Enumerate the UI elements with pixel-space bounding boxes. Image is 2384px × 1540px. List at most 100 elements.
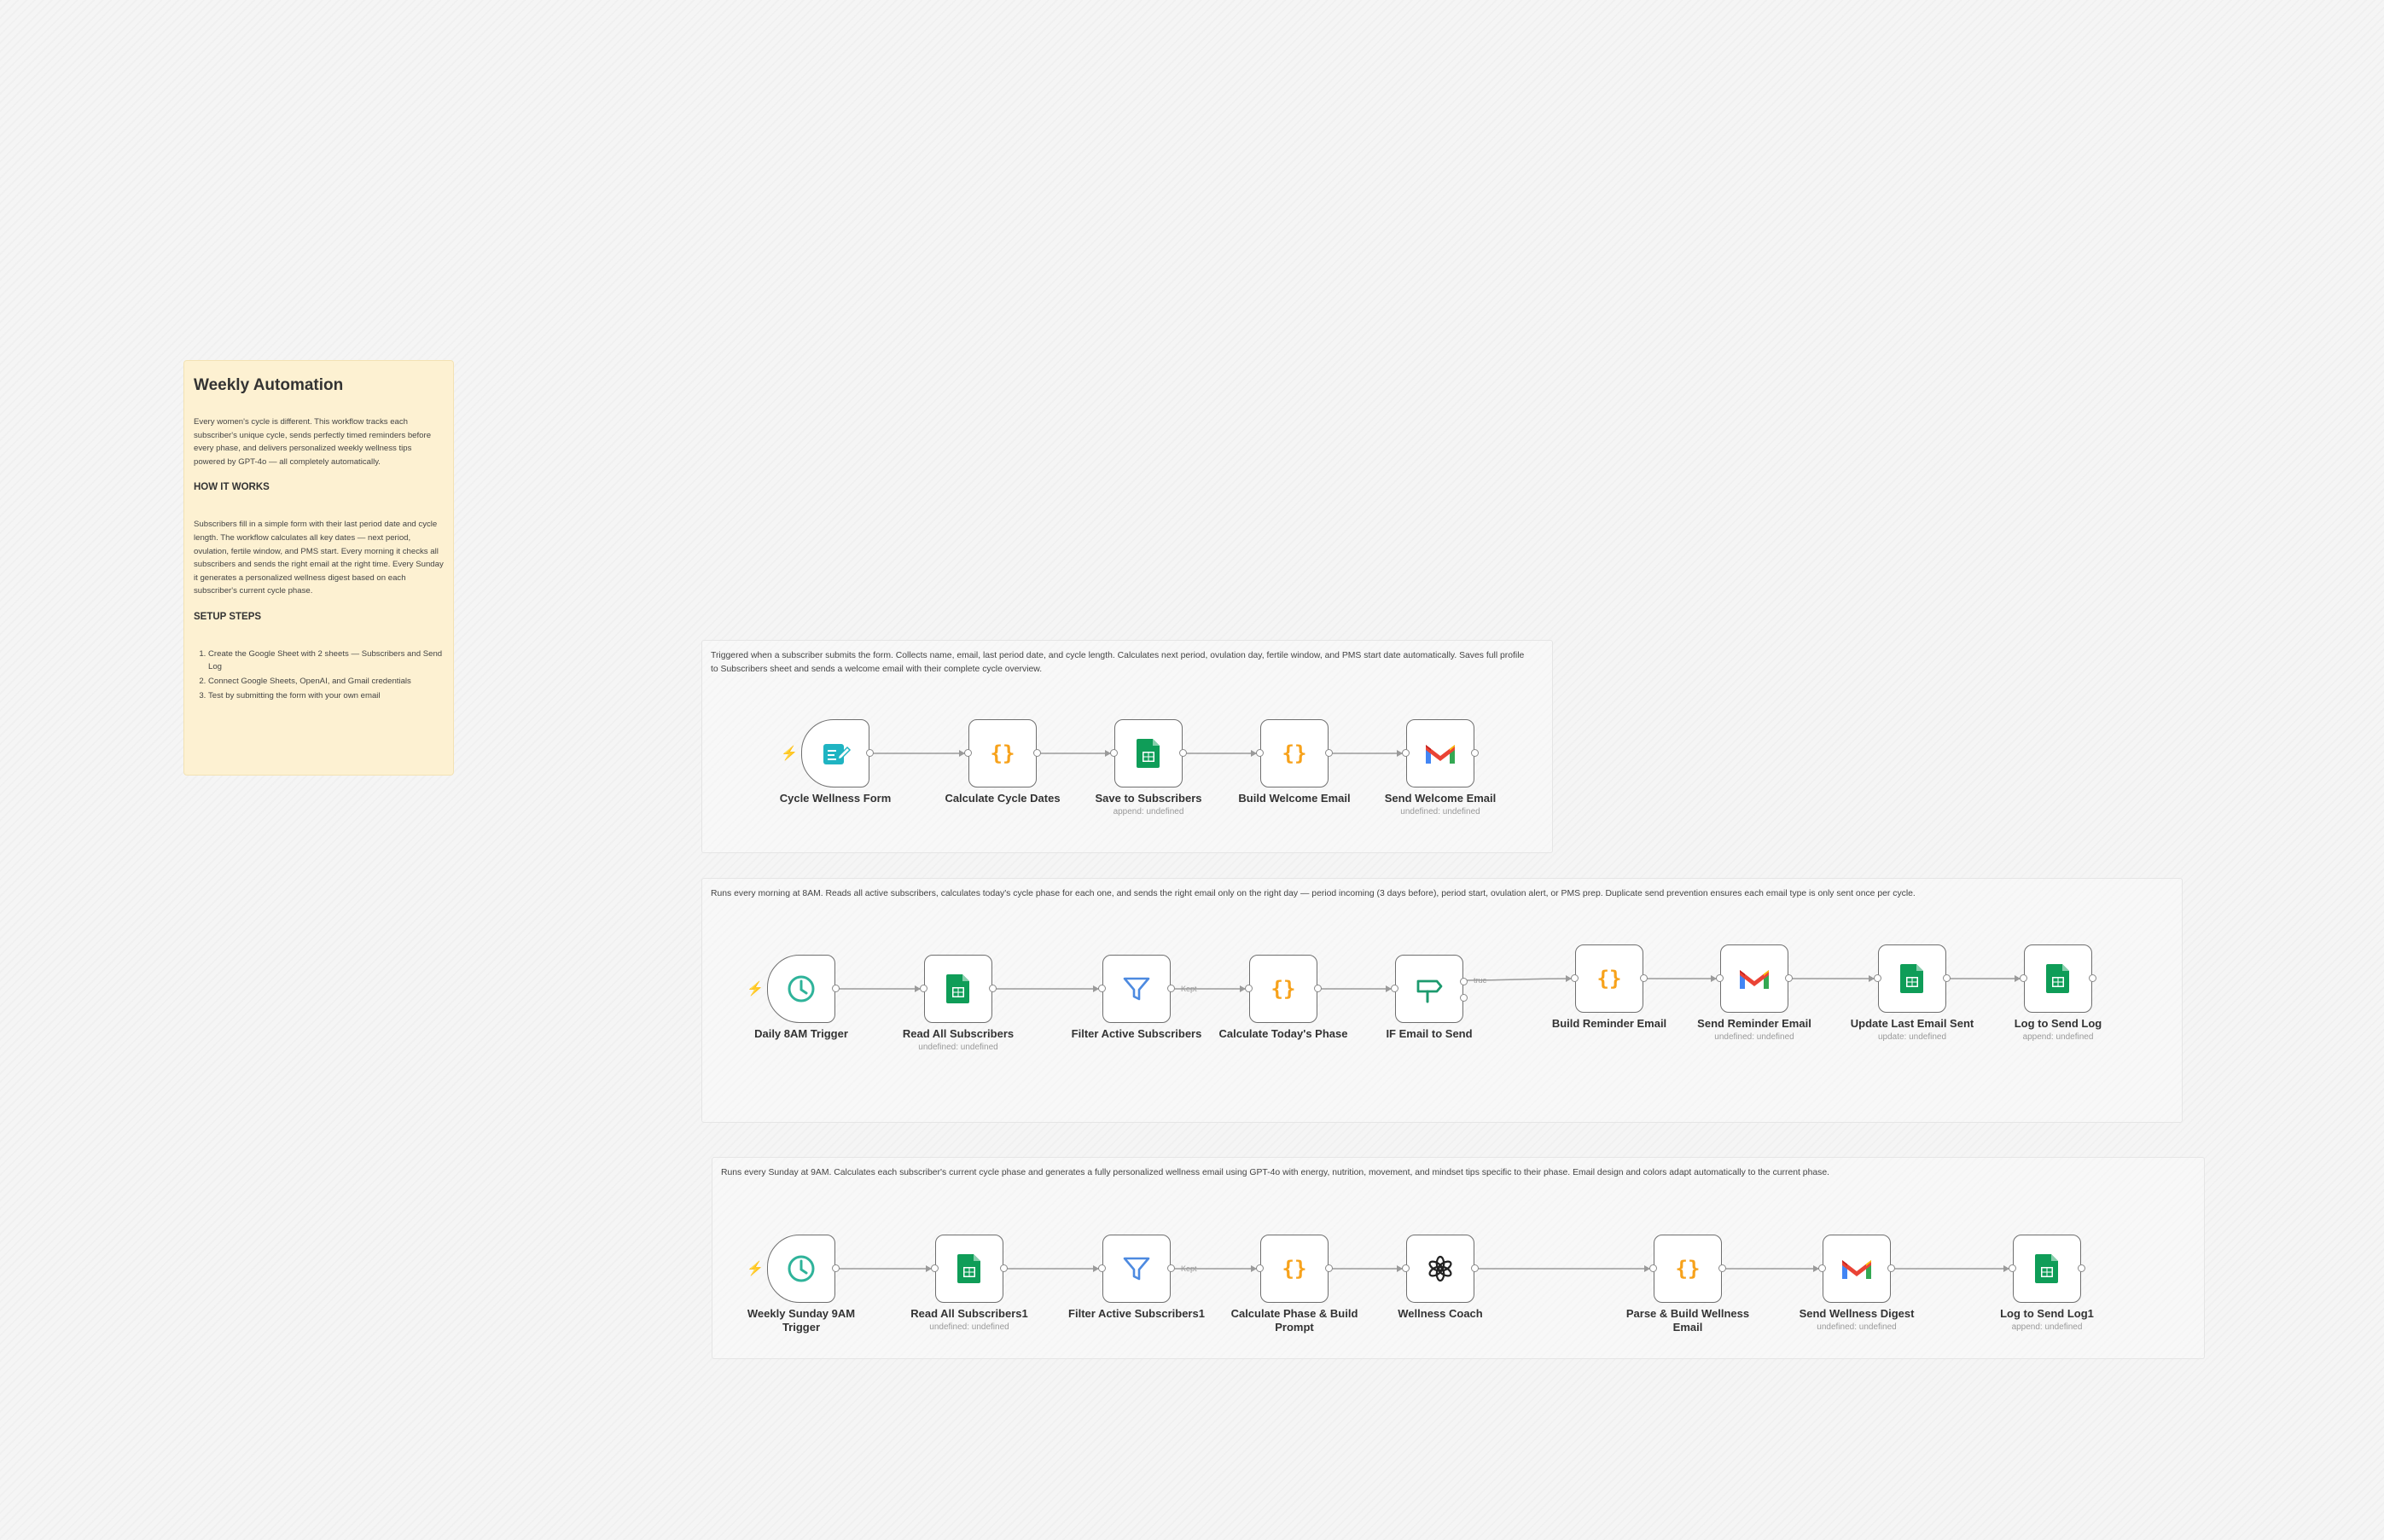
node-logSend1[interactable] — [2009, 1235, 2085, 1303]
input-port[interactable] — [920, 985, 927, 992]
output-port[interactable] — [1718, 1264, 1726, 1272]
node-saveSubs[interactable] — [1110, 719, 1187, 787]
sheets-icon — [1132, 737, 1165, 770]
output-port[interactable] — [1167, 985, 1175, 992]
output-port[interactable] — [1460, 978, 1468, 985]
node-form[interactable]: ⚡ — [781, 719, 874, 787]
node-subtitle: update: undefined — [1877, 1032, 1947, 1042]
node-parseBuild[interactable]: {} — [1649, 1235, 1726, 1303]
connection-label: Kept — [1181, 1264, 1197, 1273]
gmail-icon — [1424, 737, 1457, 770]
input-port[interactable] — [1818, 1264, 1826, 1272]
node-label: Calculate Cycle Dates — [945, 792, 1061, 805]
output-port[interactable] — [989, 985, 997, 992]
node-logSend[interactable] — [2020, 944, 2096, 1013]
output-port[interactable] — [1943, 974, 1951, 982]
node-ifSend[interactable] — [1391, 955, 1468, 1023]
output-port[interactable] — [1640, 974, 1648, 982]
output-port[interactable] — [1000, 1264, 1008, 1272]
code-icon: {} — [1267, 973, 1300, 1005]
if-icon — [1413, 973, 1445, 1005]
node-sendDigest[interactable] — [1818, 1235, 1895, 1303]
node-subtitle: undefined: undefined — [918, 1043, 998, 1052]
input-port[interactable] — [2009, 1264, 2016, 1272]
sheets-icon — [2031, 1252, 2063, 1285]
input-port[interactable] — [1649, 1264, 1657, 1272]
input-port[interactable] — [1110, 749, 1118, 757]
node-label: Weekly Sunday 9AM Trigger — [747, 1307, 856, 1334]
node-sendReminder[interactable] — [1716, 944, 1793, 1013]
filter-icon — [1120, 1252, 1153, 1285]
svg-text:{}: {} — [1597, 967, 1622, 991]
node-label: Calculate Today's Phase — [1218, 1027, 1348, 1040]
node-subtitle: undefined: undefined — [1817, 1322, 1897, 1332]
node-subtitle: undefined: undefined — [1400, 807, 1480, 816]
node-label: Log to Send Log1 — [2000, 1307, 2094, 1320]
filter-icon — [1120, 973, 1153, 1005]
input-port[interactable] — [1571, 974, 1579, 982]
node-calcDates[interactable]: {} — [964, 719, 1041, 787]
node-label: Update Last Email Sent — [1850, 1017, 1974, 1030]
node-label: Send Welcome Email — [1384, 792, 1497, 805]
input-port[interactable] — [931, 1264, 939, 1272]
node-label: Read All Subscribers1 — [910, 1307, 1028, 1320]
node-label: Calculate Phase & Build Prompt — [1230, 1307, 1358, 1334]
input-port[interactable] — [964, 749, 972, 757]
node-readAll1[interactable] — [931, 1235, 1008, 1303]
node-calcPhase[interactable]: {} — [1245, 955, 1322, 1023]
output-port[interactable] — [1471, 749, 1479, 757]
node-filterActive[interactable] — [1098, 955, 1175, 1023]
input-port[interactable] — [1874, 974, 1881, 982]
output-port[interactable] — [1325, 1264, 1333, 1272]
sheets-icon — [1896, 962, 1928, 995]
svg-text:{}: {} — [991, 741, 1015, 765]
input-port[interactable] — [1098, 1264, 1106, 1272]
node-buildWelcome[interactable]: {} — [1256, 719, 1333, 787]
input-port[interactable] — [1402, 1264, 1410, 1272]
output-port[interactable] — [2078, 1264, 2085, 1272]
trigger-bolt-icon: ⚡ — [781, 747, 798, 761]
input-port[interactable] — [1098, 985, 1106, 992]
output-port[interactable] — [1325, 749, 1333, 757]
output-port[interactable] — [1460, 994, 1468, 1002]
output-port[interactable] — [866, 749, 874, 757]
sheets-icon — [953, 1252, 986, 1285]
output-port[interactable] — [832, 985, 840, 992]
node-subtitle: append: undefined — [2022, 1032, 2094, 1042]
output-port[interactable] — [1167, 1264, 1175, 1272]
output-port[interactable] — [832, 1264, 840, 1272]
node-label: IF Email to Send — [1386, 1027, 1473, 1040]
output-port[interactable] — [2089, 974, 2096, 982]
node-buildReminder[interactable]: {} — [1571, 944, 1648, 1013]
input-port[interactable] — [1716, 974, 1724, 982]
node-sendWelcome[interactable] — [1402, 719, 1479, 787]
node-daily[interactable]: ⚡ — [747, 955, 840, 1023]
input-port[interactable] — [1256, 749, 1264, 757]
node-weekly[interactable]: ⚡ — [747, 1235, 840, 1303]
sheets-icon — [2042, 962, 2074, 995]
node-coach[interactable] — [1402, 1235, 1479, 1303]
input-port[interactable] — [1402, 749, 1410, 757]
output-port[interactable] — [1033, 749, 1041, 757]
connection-label: true — [1474, 976, 1487, 985]
output-port[interactable] — [1314, 985, 1322, 992]
input-port[interactable] — [1256, 1264, 1264, 1272]
node-updateLast[interactable] — [1874, 944, 1951, 1013]
node-label: Filter Active Subscribers1 — [1068, 1307, 1205, 1320]
clock-icon — [785, 973, 817, 1005]
svg-text:{}: {} — [1282, 741, 1307, 765]
output-port[interactable] — [1887, 1264, 1895, 1272]
node-label: Build Welcome Email — [1238, 792, 1351, 805]
output-port[interactable] — [1179, 749, 1187, 757]
node-label: Wellness Coach — [1398, 1307, 1483, 1320]
output-port[interactable] — [1785, 974, 1793, 982]
node-readAll[interactable] — [920, 955, 997, 1023]
output-port[interactable] — [1471, 1264, 1479, 1272]
trigger-bolt-icon: ⚡ — [747, 1262, 764, 1276]
node-calcPrompt[interactable]: {} — [1256, 1235, 1333, 1303]
input-port[interactable] — [1245, 985, 1253, 992]
node-filterActive1[interactable] — [1098, 1235, 1175, 1303]
node-subtitle: append: undefined — [2011, 1322, 2083, 1332]
input-port[interactable] — [1391, 985, 1398, 992]
input-port[interactable] — [2020, 974, 2027, 982]
